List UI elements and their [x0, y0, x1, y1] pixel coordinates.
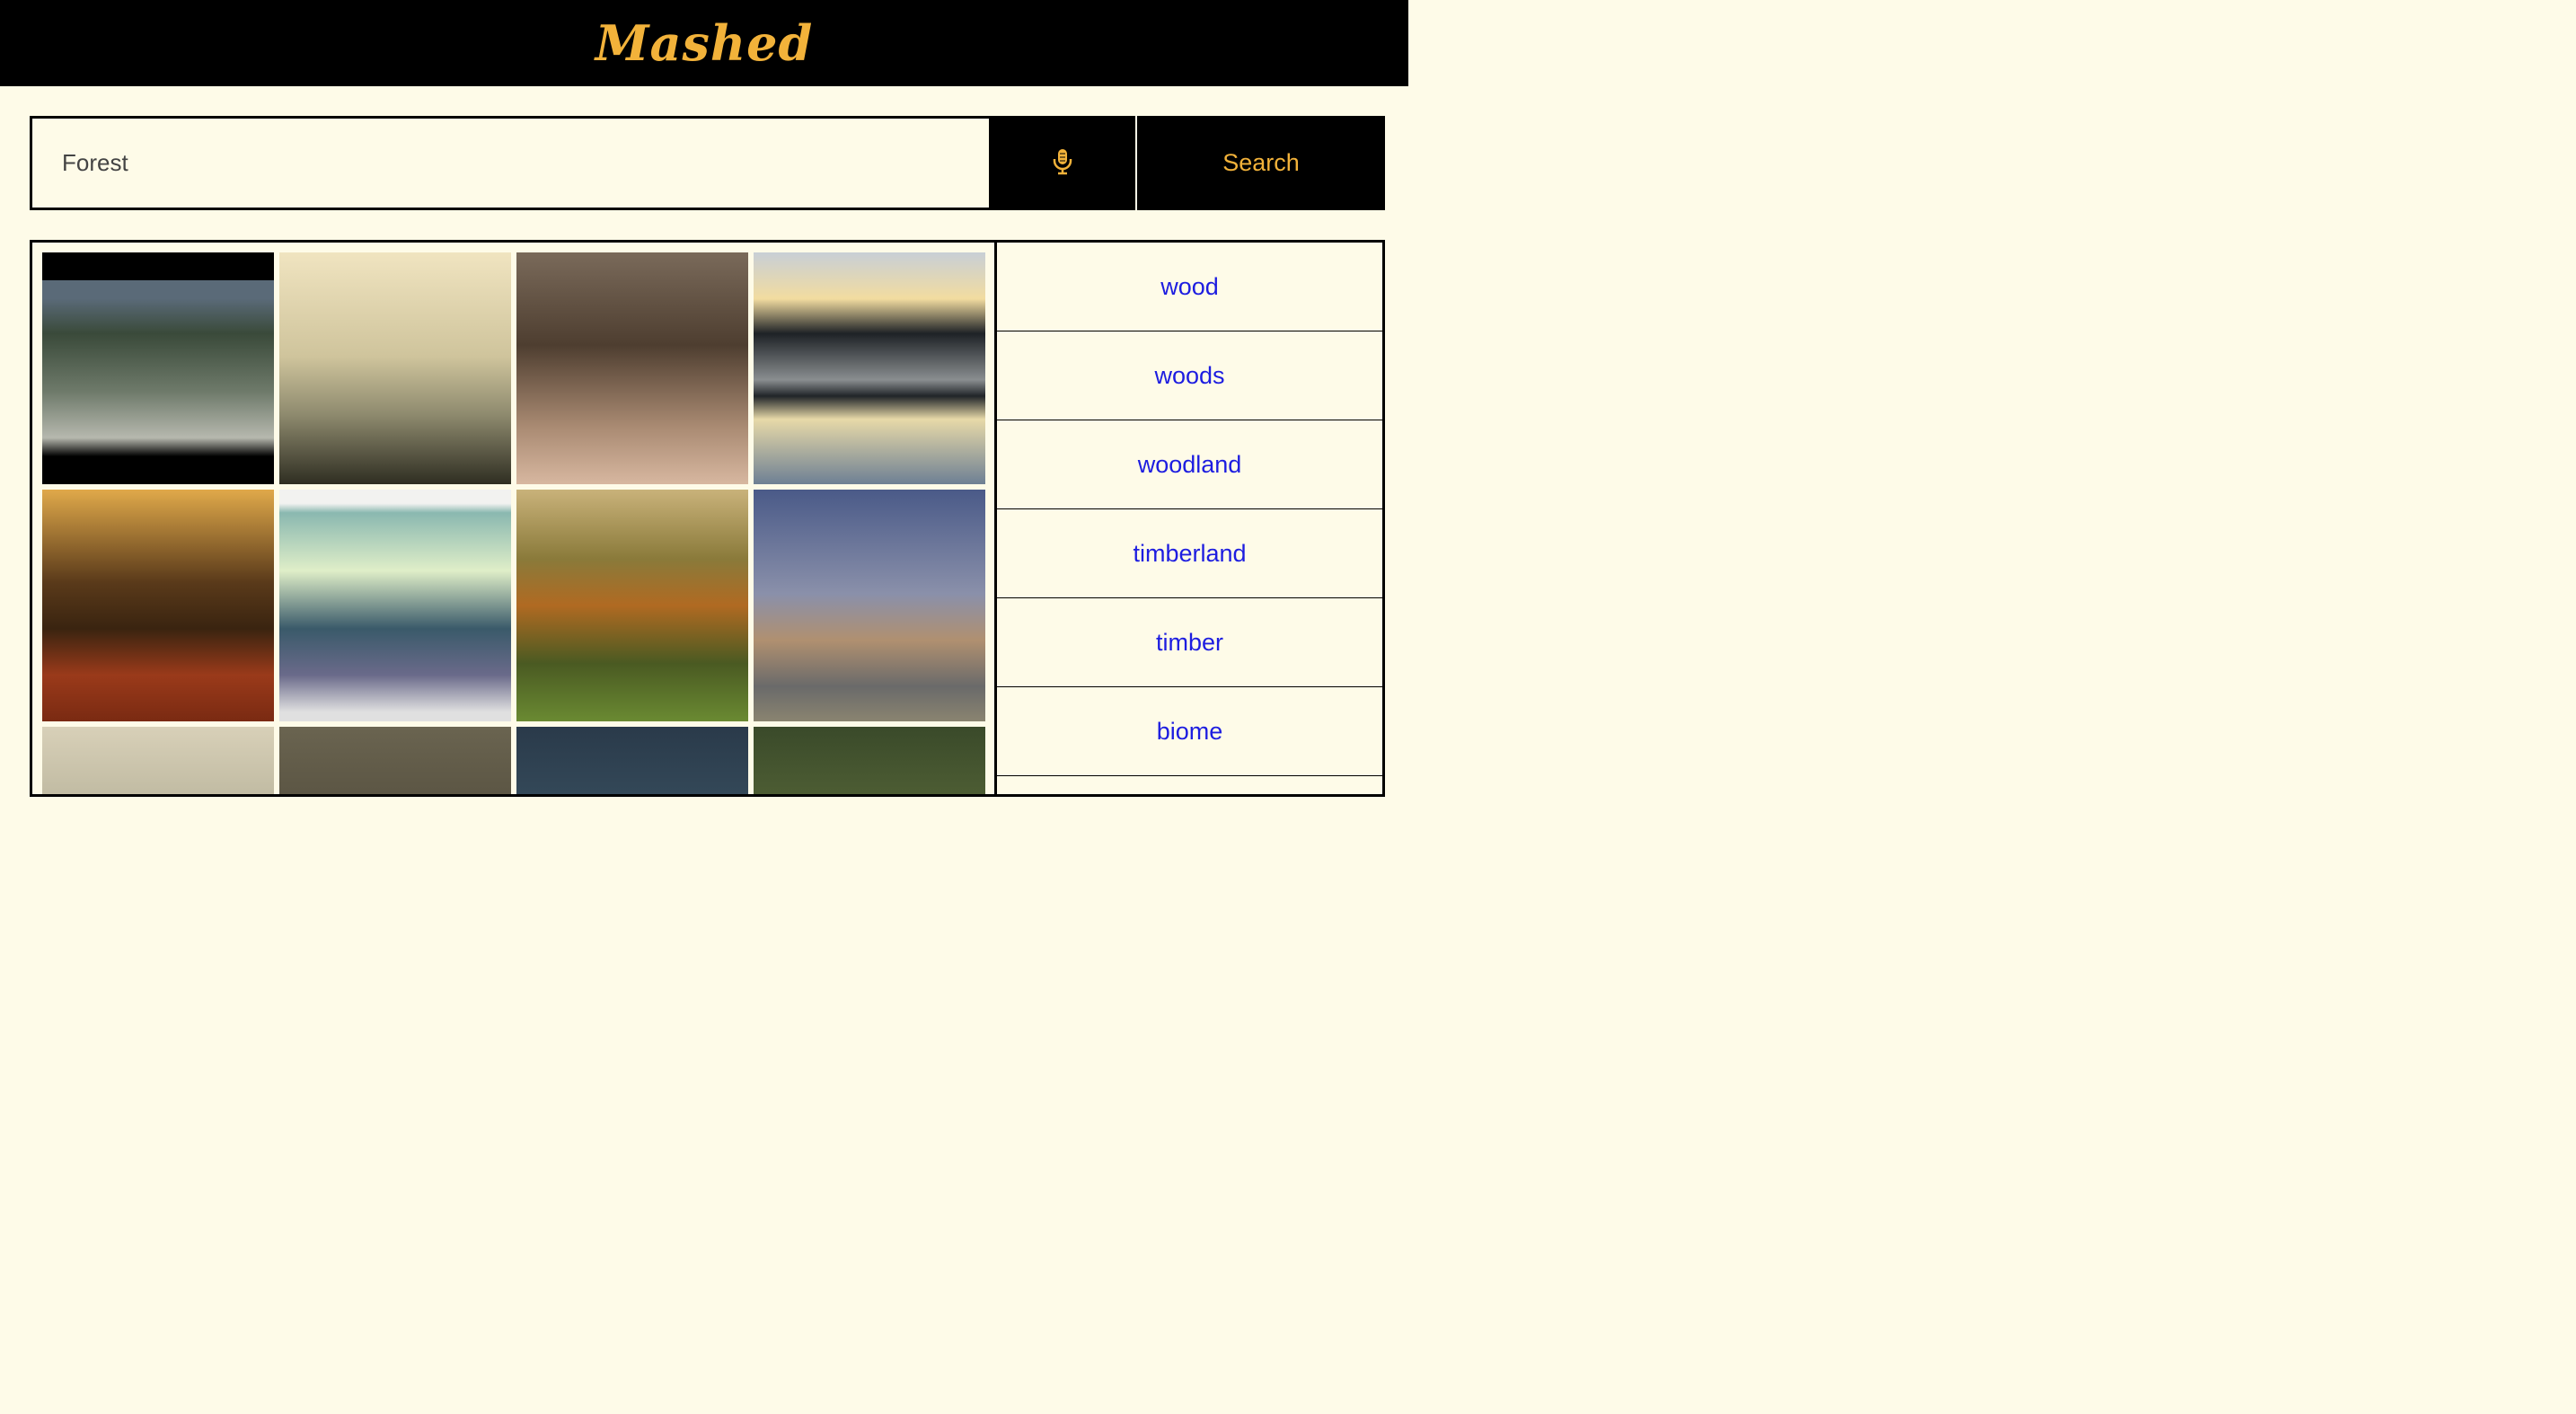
- image-tile[interactable]: [754, 490, 985, 721]
- image-tile[interactable]: [42, 727, 274, 794]
- image-tile[interactable]: [279, 252, 511, 484]
- search-input[interactable]: [30, 116, 989, 210]
- image-tile[interactable]: [516, 490, 748, 721]
- related-tags-list: wood woods woodland timberland timber bi…: [997, 243, 1382, 794]
- search-bar: Search: [30, 116, 1385, 210]
- tag-link-wood[interactable]: wood: [997, 243, 1382, 331]
- image-tile[interactable]: [42, 252, 274, 484]
- voice-search-button[interactable]: [989, 116, 1137, 210]
- microphone-icon: [1053, 148, 1072, 179]
- tag-link-biome[interactable]: biome: [997, 687, 1382, 776]
- image-tile[interactable]: [754, 727, 985, 794]
- image-tile[interactable]: [754, 252, 985, 484]
- image-tile[interactable]: [279, 727, 511, 794]
- image-grid: [32, 243, 997, 794]
- top-bar: Mashed: [0, 0, 1408, 86]
- image-tile[interactable]: [279, 490, 511, 721]
- tag-link-timberland[interactable]: timberland: [997, 509, 1382, 598]
- brand-logo[interactable]: Mashed: [595, 14, 814, 72]
- image-tile[interactable]: [516, 252, 748, 484]
- image-tile[interactable]: [516, 727, 748, 794]
- image-tile[interactable]: [42, 490, 274, 721]
- tag-link-woodland[interactable]: woodland: [997, 420, 1382, 509]
- tag-link-timber[interactable]: timber: [997, 598, 1382, 687]
- tag-link-woods[interactable]: woods: [997, 331, 1382, 420]
- search-button[interactable]: Search: [1137, 116, 1385, 210]
- results-panel: wood woods woodland timberland timber bi…: [30, 240, 1385, 797]
